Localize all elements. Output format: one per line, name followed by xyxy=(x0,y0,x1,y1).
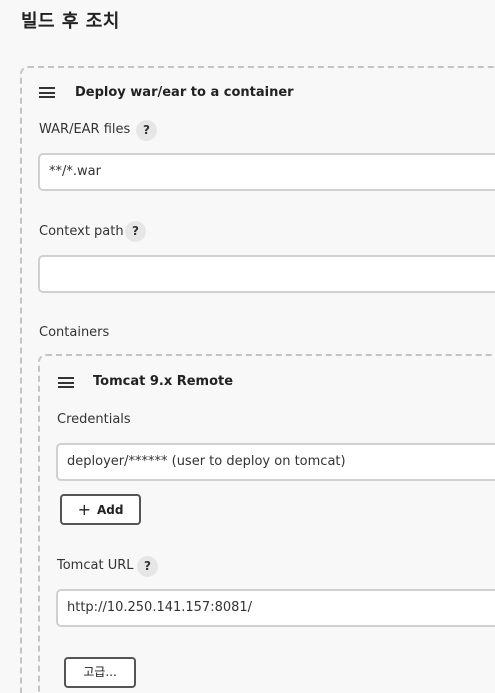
containers-label: Containers xyxy=(39,325,110,340)
deploy-step-title: Deploy war/ear to a container xyxy=(75,85,294,100)
page-title: 빌드 후 조치 xyxy=(21,11,120,32)
credentials-select[interactable]: deployer/****** (user to deploy on tomca… xyxy=(56,443,495,481)
tomcat-url-label: Tomcat URL xyxy=(57,558,134,573)
tomcat-url-input[interactable]: http://10.250.141.157:8081/ xyxy=(56,589,495,627)
add-button-label: Add xyxy=(96,503,124,517)
advanced-button[interactable]: 고급... xyxy=(64,657,136,688)
war-files-input[interactable]: **/*.war xyxy=(38,153,495,191)
credentials-label: Credentials xyxy=(57,412,131,427)
context-path-label: Context path xyxy=(39,224,124,239)
context-path-input[interactable] xyxy=(38,255,495,293)
container-drag-handle-icon[interactable] xyxy=(58,377,74,388)
plus-icon: + xyxy=(77,500,91,519)
container-title: Tomcat 9.x Remote xyxy=(93,374,234,389)
add-credentials-button[interactable]: + Add xyxy=(60,494,141,525)
tomcat-url-help-icon[interactable]: ? xyxy=(137,556,158,577)
post-build-actions-page: 빌드 후 조치 Deploy war/ear to a container WA… xyxy=(0,0,495,693)
war-files-label: WAR/EAR files xyxy=(39,122,131,137)
drag-handle-icon[interactable] xyxy=(39,87,55,98)
context-path-help-icon[interactable]: ? xyxy=(125,221,146,242)
war-files-help-icon[interactable]: ? xyxy=(136,120,157,141)
